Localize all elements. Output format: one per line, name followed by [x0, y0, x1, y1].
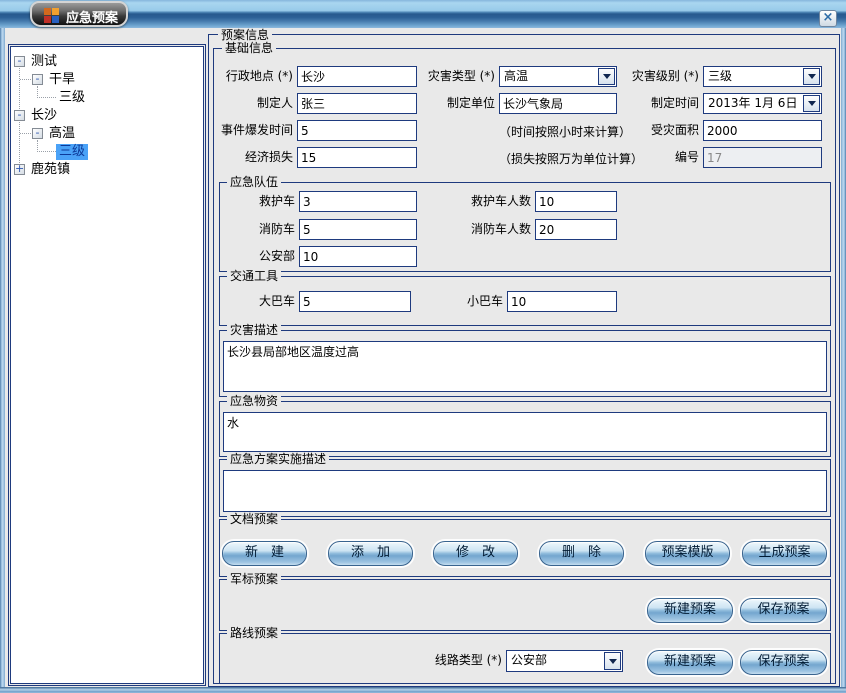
- delete-doc-button[interactable]: 删 除: [539, 541, 624, 566]
- tree-panel: [10, 46, 204, 684]
- tree-connector: [37, 151, 56, 152]
- route-save-plan-button[interactable]: 保存预案: [740, 650, 827, 675]
- bus-label: 大巴车: [207, 291, 295, 312]
- burst-time-label: 事件爆发时间: [205, 120, 293, 141]
- unit-label: 制定单位: [407, 93, 495, 114]
- disaster-level-label: 灾害级别 (*): [611, 66, 699, 87]
- tree-expander-expand-icon[interactable]: +: [14, 164, 25, 175]
- make-time-label: 制定时间: [611, 93, 699, 114]
- disaster-level-value: 三级: [708, 68, 732, 85]
- tree-connector: [20, 133, 31, 134]
- serial-number-input: [703, 147, 822, 168]
- fire-truck-input[interactable]: [299, 219, 417, 240]
- tree-item-test[interactable]: 测试: [28, 54, 60, 70]
- supplies-legend: 应急物资: [227, 394, 281, 408]
- tree-expander-collapse-icon[interactable]: -: [32, 74, 43, 85]
- minibus-input[interactable]: [507, 291, 617, 312]
- doc-plan-legend: 文档预案: [227, 512, 281, 526]
- plan-template-button[interactable]: 预案模版: [645, 541, 730, 566]
- disaster-type-value: 高温: [504, 68, 528, 85]
- economic-loss-label: 经济损失: [205, 147, 293, 168]
- title-bar: 应急预案 ×: [0, 0, 846, 28]
- minibus-label: 小巴车: [415, 291, 503, 312]
- window-frame-right: [841, 28, 846, 687]
- route-type-value: 公安部: [511, 652, 547, 669]
- ambulance-crew-input[interactable]: [535, 191, 617, 212]
- transport-legend: 交通工具: [227, 269, 281, 283]
- route-type-label: 线路类型 (*): [414, 650, 502, 671]
- serial-number-label: 编号: [611, 147, 699, 168]
- fire-crew-label: 消防车人数: [443, 219, 531, 240]
- make-time-datepicker[interactable]: 2013年 1月 6日: [703, 93, 822, 114]
- route-type-select[interactable]: 公安部: [506, 650, 623, 672]
- military-plan-groupbox: [219, 579, 831, 631]
- route-new-plan-button[interactable]: 新建预案: [647, 650, 733, 675]
- new-doc-button[interactable]: 新 建: [222, 541, 307, 566]
- tree-expander-collapse-icon[interactable]: -: [14, 110, 25, 121]
- chevron-down-icon[interactable]: [803, 68, 820, 85]
- modify-doc-button[interactable]: 修 改: [433, 541, 518, 566]
- tree-item-luyuanzhen[interactable]: 鹿苑镇: [28, 162, 73, 178]
- ambulance-crew-label: 救护车人数: [443, 191, 531, 212]
- tree-connector: [20, 79, 31, 80]
- app-title-tab: 应急预案: [30, 1, 128, 27]
- military-new-plan-button[interactable]: 新建预案: [647, 598, 733, 623]
- tree-expander-collapse-icon[interactable]: -: [32, 128, 43, 139]
- ambulance-label: 救护车: [207, 191, 295, 212]
- window-title: 应急预案: [66, 7, 118, 26]
- close-icon[interactable]: ×: [819, 10, 837, 27]
- tree-item-level3-selected[interactable]: 三级: [56, 144, 88, 160]
- route-plan-legend: 路线预案: [227, 626, 281, 640]
- make-time-value: 2013年 1月 6日: [708, 95, 797, 112]
- window-frame-bottom: [0, 687, 846, 693]
- disaster-type-label: 灾害类型 (*): [407, 66, 495, 87]
- military-save-plan-button[interactable]: 保存预案: [740, 598, 827, 623]
- app-tiles-icon: [44, 8, 59, 23]
- disaster-desc-legend: 灾害描述: [227, 323, 281, 337]
- police-input[interactable]: [299, 246, 417, 267]
- plan-info-legend: 预案信息: [218, 28, 272, 42]
- maker-input[interactable]: [297, 93, 417, 114]
- unit-input[interactable]: [499, 93, 617, 114]
- supplies-textarea[interactable]: 水: [223, 412, 827, 452]
- military-plan-legend: 军标预案: [227, 572, 281, 586]
- window-frame-left: [0, 28, 5, 687]
- impl-desc-textarea[interactable]: [223, 470, 827, 512]
- economic-loss-input[interactable]: [297, 147, 417, 168]
- add-doc-button[interactable]: 添 加: [328, 541, 413, 566]
- doc-plan-groupbox: [219, 519, 831, 577]
- tree-expander-collapse-icon[interactable]: -: [14, 56, 25, 67]
- affected-area-label: 受灾面积: [611, 120, 699, 141]
- police-label: 公安部: [207, 246, 295, 267]
- chevron-down-icon[interactable]: [803, 95, 820, 112]
- impl-desc-legend: 应急方案实施描述: [227, 452, 329, 466]
- fire-truck-label: 消防车: [207, 219, 295, 240]
- tree-connector: [37, 97, 56, 98]
- burst-time-input[interactable]: [297, 120, 417, 141]
- app-window: 应急预案 × - 测试 - 干旱 三级 - 长沙 - 高温 三级 + 鹿苑镇 预…: [0, 0, 846, 693]
- disaster-desc-textarea[interactable]: 长沙县局部地区温度过高: [223, 341, 827, 392]
- disaster-level-select[interactable]: 三级: [703, 66, 822, 87]
- admin-location-input[interactable]: [297, 66, 417, 87]
- tree-item-level3[interactable]: 三级: [56, 90, 88, 106]
- affected-area-input[interactable]: [703, 120, 822, 141]
- disaster-type-select[interactable]: 高温: [499, 66, 617, 87]
- admin-location-label: 行政地点 (*): [205, 66, 293, 87]
- ambulance-input[interactable]: [299, 191, 417, 212]
- tree-item-hightemp[interactable]: 高温: [46, 126, 78, 142]
- maker-label: 制定人: [205, 93, 293, 114]
- chevron-down-icon[interactable]: [604, 652, 621, 670]
- fire-crew-input[interactable]: [535, 219, 617, 240]
- teams-legend: 应急队伍: [227, 175, 281, 189]
- basic-info-legend: 基础信息: [222, 41, 276, 55]
- generate-plan-button[interactable]: 生成预案: [742, 541, 827, 566]
- tree-item-drought[interactable]: 干旱: [46, 72, 78, 88]
- bus-input[interactable]: [299, 291, 411, 312]
- tree-item-changsha[interactable]: 长沙: [28, 108, 60, 124]
